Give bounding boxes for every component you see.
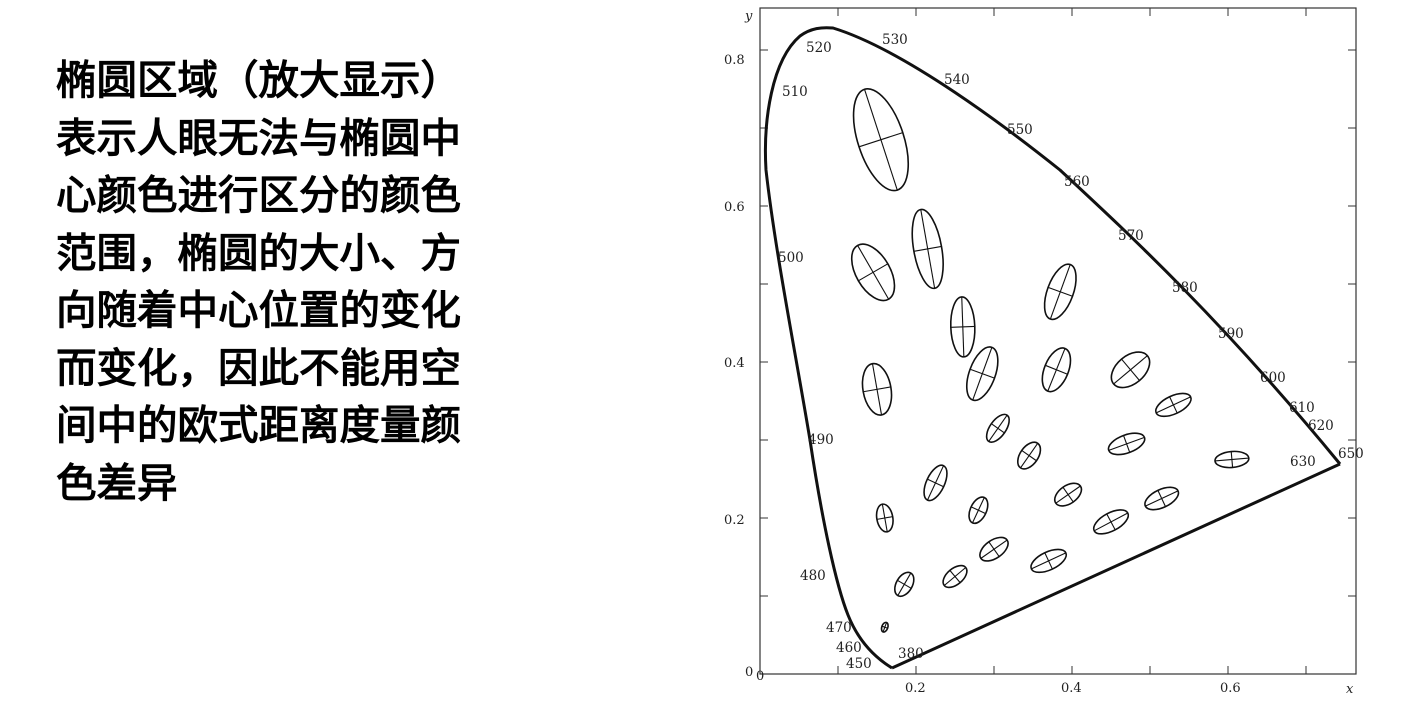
wavelength-label: 490 bbox=[808, 432, 834, 448]
x-tick-label: 0 bbox=[756, 669, 764, 684]
macadam-ellipse bbox=[968, 496, 989, 525]
wavelength-label: 560 bbox=[1064, 174, 1090, 190]
ellipse-minor-axis bbox=[970, 506, 986, 515]
macadam-ellipse bbox=[1092, 509, 1130, 535]
macadam-ellipse bbox=[880, 621, 889, 633]
ellipse-minor-axis bbox=[1157, 490, 1167, 507]
ellipse-minor-axis bbox=[1123, 435, 1131, 453]
ellipse-minor-axis bbox=[1045, 364, 1068, 375]
ellipse-minor-axis bbox=[1169, 396, 1178, 414]
x-tick-label: 0.6 bbox=[1220, 681, 1241, 696]
ellipse-minor-axis bbox=[1121, 358, 1140, 381]
macadam-ellipse bbox=[911, 208, 944, 290]
macadam-ellipses bbox=[850, 87, 1250, 633]
ellipse-minor-axis bbox=[858, 263, 889, 282]
macadam-ellipse bbox=[1043, 263, 1077, 321]
x-tick-label: 0.4 bbox=[1061, 681, 1082, 696]
wavelength-label: 450 bbox=[846, 656, 872, 672]
macadam-ellipse bbox=[949, 296, 976, 358]
ellipse-minor-axis bbox=[1062, 486, 1074, 503]
y-tick-label: 0.6 bbox=[724, 200, 745, 215]
ellipse-minor-axis bbox=[858, 132, 903, 148]
ellipse-minor-axis bbox=[950, 325, 975, 328]
wavelength-label: 470 bbox=[826, 620, 852, 636]
ellipse-minor-axis bbox=[949, 570, 961, 583]
y-axis-label: y bbox=[744, 9, 753, 24]
wavelength-label: 630 bbox=[1290, 454, 1316, 470]
y-tick-label: 0.2 bbox=[724, 513, 745, 528]
ellipse-minor-axis bbox=[988, 541, 1000, 557]
x-tick-label: 0.2 bbox=[905, 681, 926, 696]
ellipse-minor-axis bbox=[897, 579, 912, 589]
wavelength-label: 510 bbox=[782, 84, 808, 100]
macadam-ellipse bbox=[979, 536, 1009, 562]
ellipse-minor-axis bbox=[969, 368, 995, 379]
ellipse-minor-axis bbox=[1106, 513, 1116, 531]
macadam-ellipse bbox=[1144, 486, 1180, 511]
wavelength-label: 500 bbox=[778, 250, 804, 266]
macadam-ellipse bbox=[1107, 432, 1146, 456]
spectral-locus bbox=[763, 26, 1342, 670]
wavelength-label: 590 bbox=[1218, 326, 1244, 342]
macadam-ellipse bbox=[875, 503, 894, 533]
macadam-ellipse bbox=[923, 464, 948, 502]
macadam-ellipse bbox=[861, 362, 893, 416]
plot-frame bbox=[759, 7, 1357, 675]
wavelength-label: 520 bbox=[806, 40, 832, 56]
wavelength-label: 600 bbox=[1260, 370, 1286, 386]
macadam-ellipse bbox=[850, 243, 896, 302]
wavelength-label: 570 bbox=[1118, 228, 1144, 244]
y-tick-label: 0.8 bbox=[724, 53, 745, 68]
y-tick-label: 0 bbox=[745, 665, 753, 680]
macadam-ellipse bbox=[965, 346, 999, 402]
wavelength-label: 650 bbox=[1338, 446, 1364, 462]
chromaticity-diagram: 0 0.2 0.4 0.6 0 0.2 0.4 0.6 0.8 x y 380 … bbox=[724, 7, 1364, 697]
macadam-ellipse bbox=[893, 571, 915, 598]
ellipse-minor-axis bbox=[991, 423, 1005, 434]
x-axis-label: x bbox=[1346, 682, 1354, 697]
ellipse-minor-axis bbox=[927, 478, 944, 488]
macadam-ellipse bbox=[1110, 351, 1151, 389]
wavelength-label: 380 bbox=[898, 646, 924, 662]
macadam-ellipse bbox=[942, 564, 968, 589]
wavelength-label: 480 bbox=[800, 568, 826, 584]
macadam-ellipse bbox=[1030, 548, 1068, 574]
y-tick-label: 0.4 bbox=[724, 356, 745, 371]
wavelength-label: 540 bbox=[944, 72, 970, 88]
ellipse-minor-axis bbox=[1021, 449, 1037, 462]
macadam-ellipse bbox=[1053, 482, 1083, 507]
macadam-ellipse bbox=[1041, 347, 1072, 393]
wavelength-label: 550 bbox=[1007, 122, 1033, 138]
ellipse-minor-axis bbox=[1044, 552, 1053, 570]
macadam-ellipse bbox=[985, 413, 1010, 443]
wavelength-label: 610 bbox=[1289, 400, 1315, 416]
ellipse-minor-axis bbox=[1230, 451, 1234, 468]
frame-ticks bbox=[760, 8, 1356, 674]
wavelength-label: 620 bbox=[1308, 418, 1334, 434]
ellipse-minor-axis bbox=[1047, 286, 1073, 297]
macadam-ellipse bbox=[1016, 441, 1042, 470]
wavelength-label: 530 bbox=[882, 32, 908, 48]
wavelength-label: 580 bbox=[1172, 280, 1198, 296]
macadam-ellipse bbox=[1154, 392, 1192, 418]
macadam-ellipse bbox=[1214, 450, 1250, 469]
wavelength-label: 460 bbox=[836, 640, 862, 656]
macadam-ellipse bbox=[852, 87, 910, 192]
